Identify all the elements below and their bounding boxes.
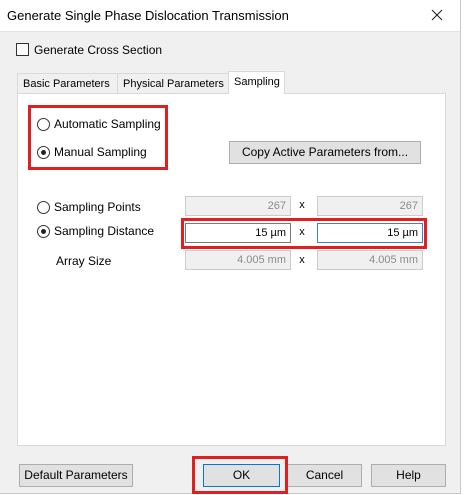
automatic-sampling-radio[interactable] — [37, 118, 50, 131]
close-icon[interactable] — [426, 4, 448, 26]
tab-basic-parameters[interactable]: Basic Parameters — [17, 73, 118, 93]
cross-section-checkbox[interactable] — [16, 43, 29, 56]
points-x-separator: x — [299, 199, 305, 211]
cancel-button[interactable]: Cancel — [287, 464, 362, 487]
sampling-distance-y-input[interactable]: 15 µm — [317, 223, 423, 243]
dialog-window: Generate Single Phase Dislocation Transm… — [0, 0, 461, 494]
array-x-separator: x — [299, 254, 305, 266]
tab-physical-parameters[interactable]: Physical Parameters — [117, 73, 229, 93]
tab-sampling[interactable]: Sampling — [228, 71, 285, 94]
window-title: Generate Single Phase Dislocation Transm… — [7, 8, 289, 23]
array-size-y-field: 4.005 mm — [317, 250, 423, 270]
automatic-sampling-label: Automatic Sampling — [54, 117, 161, 131]
array-size-x-field: 4.005 mm — [185, 250, 291, 270]
ok-button[interactable]: OK — [203, 464, 280, 487]
help-button[interactable]: Help — [371, 464, 446, 487]
sampling-panel: Automatic Sampling Manual Sampling Copy … — [17, 93, 446, 446]
array-size-label: Array Size — [56, 254, 112, 268]
sampling-points-x-field: 267 — [185, 196, 291, 216]
title-bar: Generate Single Phase Dislocation Transm… — [0, 0, 460, 32]
default-parameters-button[interactable]: Default Parameters — [19, 464, 133, 487]
manual-sampling-radio[interactable] — [37, 146, 50, 159]
manual-sampling-label: Manual Sampling — [54, 145, 147, 159]
sampling-points-radio[interactable] — [37, 201, 50, 214]
cross-section-label: Generate Cross Section — [34, 43, 163, 57]
sampling-distance-radio[interactable] — [37, 225, 50, 238]
sampling-distance-label: Sampling Distance — [54, 224, 155, 238]
copy-active-parameters-button[interactable]: Copy Active Parameters from... — [229, 141, 421, 164]
sampling-points-y-field: 267 — [317, 196, 423, 216]
distance-x-separator: x — [299, 226, 305, 238]
sampling-points-label: Sampling Points — [54, 200, 141, 214]
sampling-distance-x-input[interactable]: 15 µm — [185, 223, 291, 243]
